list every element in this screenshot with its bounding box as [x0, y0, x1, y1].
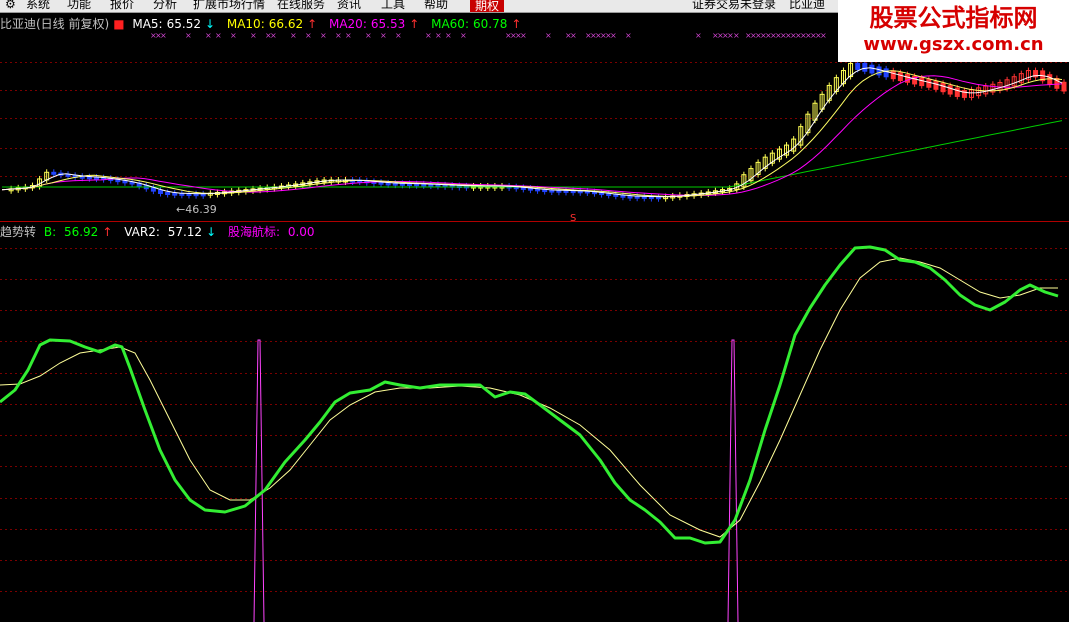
signal-x-mark: × — [335, 31, 342, 40]
sell-signal-mark: S — [570, 213, 576, 224]
candle-body — [158, 189, 164, 195]
signal-x-mark: × — [270, 31, 277, 40]
signal-x-mark: × — [820, 31, 827, 40]
stock-chart-canvas[interactable]: ××× × × × × × ×× × × × × × × × × × × × × ×××× × ×× ×××××× × × ×××… — [0, 0, 1069, 622]
candle-body — [165, 192, 171, 196]
ma10-line — [1, 70, 1063, 197]
guhaihangbiao-signals — [253, 339, 739, 622]
signal-x-mark: × — [425, 31, 432, 40]
candle-body — [926, 79, 932, 88]
signal-x-mark: × — [545, 31, 552, 40]
ma20-line — [1, 75, 1063, 196]
signal-x-mark: × — [365, 31, 372, 40]
signal-x-mark: × — [290, 31, 297, 40]
signal-x-mark: × — [305, 31, 312, 40]
grid-lines — [0, 62, 1069, 592]
candle-body — [869, 64, 875, 74]
signal-x-mark: × — [395, 31, 402, 40]
signal-x-mark: × — [570, 31, 577, 40]
signal-x-mark: × — [215, 31, 222, 40]
candle-body — [947, 85, 953, 95]
candle-body — [940, 82, 946, 93]
signal-x-mark: × — [520, 31, 527, 40]
signal-x-mark: × — [250, 31, 257, 40]
signal-x-mark: × — [610, 31, 617, 40]
watermark-title: 股票公式指标网 — [869, 4, 1038, 32]
low-price-marker: ←46.39 — [176, 203, 217, 216]
signal-x-mark: × — [345, 31, 352, 40]
candle-body — [919, 77, 925, 87]
signal-x-mark: × — [160, 31, 167, 40]
candle-body — [961, 89, 967, 98]
watermark: 股票公式指标网 www.gszx.com.cn — [838, 0, 1069, 62]
signal-x-mark: × — [320, 31, 327, 40]
ma5-line — [1, 67, 1063, 198]
signal-x-mark: × — [733, 31, 740, 40]
signal-x-mark: × — [625, 31, 632, 40]
signal-marks: ××× × × × × × ×× × × × × × × × × × × × × ×××× × ×× ×××××× × × ×××… — [150, 31, 827, 40]
candle-body — [1061, 81, 1067, 92]
signal-x-mark: × — [460, 31, 467, 40]
candle-body — [855, 62, 861, 70]
candle-body — [883, 68, 889, 78]
candle-body — [954, 87, 960, 97]
candle-body — [51, 171, 57, 175]
candle-body — [1047, 74, 1053, 85]
candlesticks — [8, 60, 1067, 202]
candle-body — [897, 72, 903, 82]
candle-body — [876, 66, 882, 76]
signal-spike — [253, 339, 265, 622]
candle-body — [172, 192, 178, 196]
watermark-url: www.gszx.com.cn — [863, 34, 1044, 55]
signal-x-mark: × — [230, 31, 237, 40]
signal-x-mark: × — [695, 31, 702, 40]
signal-x-mark: × — [380, 31, 387, 40]
candle-body — [627, 195, 633, 199]
signal-x-mark: × — [435, 31, 442, 40]
candle-body — [150, 187, 156, 192]
signal-x-mark: × — [185, 31, 192, 40]
candle-body — [933, 80, 939, 90]
signal-x-mark: × — [205, 31, 212, 40]
b-line — [0, 245, 1059, 545]
candle-body — [385, 182, 391, 186]
signal-x-mark: × — [445, 31, 452, 40]
candle-body — [862, 62, 868, 72]
candle-body — [890, 70, 896, 80]
signal-spike — [727, 339, 739, 622]
ma60-line — [2, 120, 1063, 188]
